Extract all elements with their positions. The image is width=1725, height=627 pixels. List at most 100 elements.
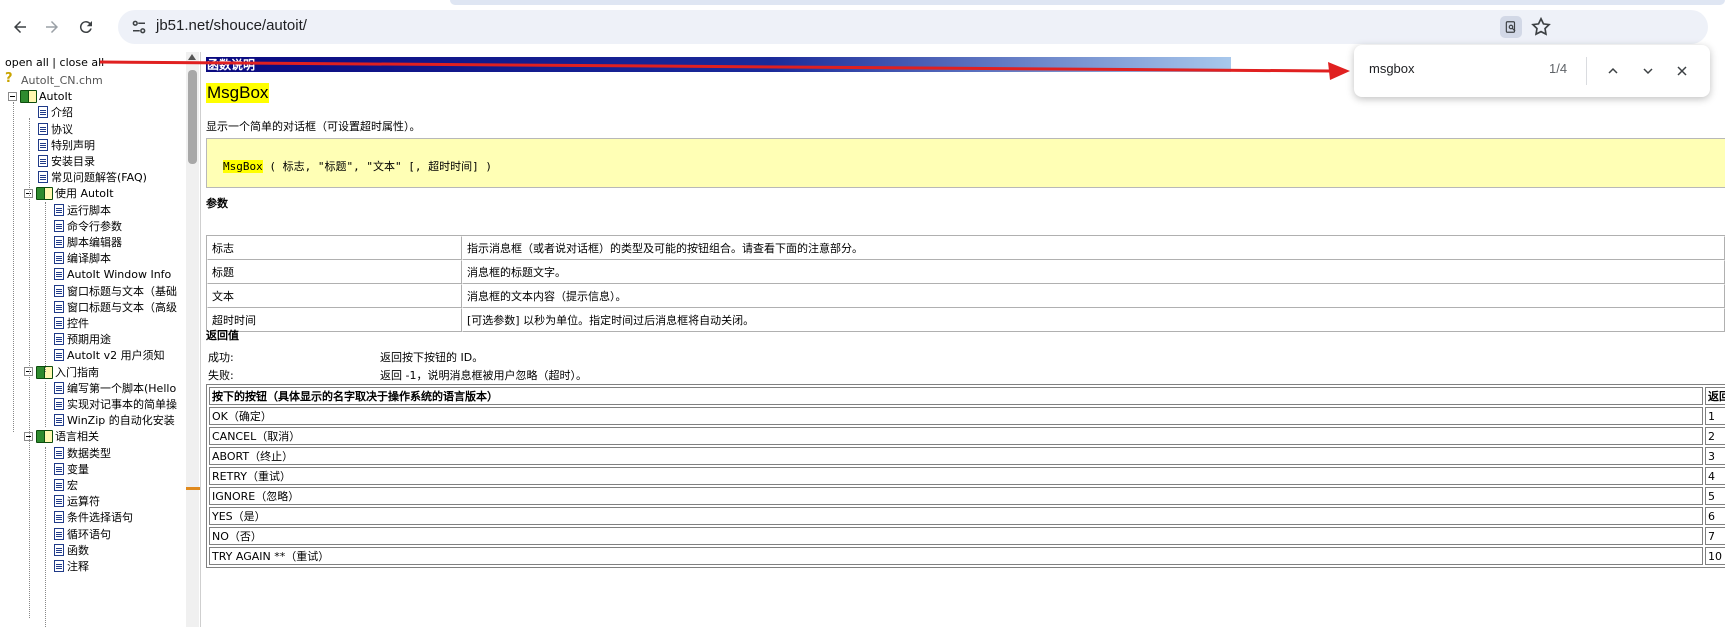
scroll-thumb[interactable] bbox=[188, 70, 197, 164]
scroll-up-arrow-icon[interactable] bbox=[188, 54, 196, 60]
return-fail-value: 返回 -1，说明消息框被用户忽略（超时）。 bbox=[380, 369, 587, 382]
tree-item[interactable]: 注释 bbox=[54, 558, 89, 574]
tree-folder-autoit-label[interactable]: AutoIt bbox=[39, 90, 72, 103]
tree-item-label[interactable]: 运算符 bbox=[67, 493, 100, 509]
page-icon bbox=[54, 236, 64, 248]
tree-item-label[interactable]: 介绍 bbox=[51, 104, 73, 120]
tree-item-label[interactable]: 注释 bbox=[67, 558, 89, 574]
tree-item[interactable]: 运算符 bbox=[54, 493, 100, 509]
bookmark-star-icon[interactable] bbox=[1530, 16, 1552, 38]
tree-item[interactable]: 协议 bbox=[38, 121, 73, 137]
tree-root[interactable]: AutoIt_CN.chm bbox=[4, 71, 103, 88]
reload-button[interactable] bbox=[72, 13, 100, 41]
tree-item-label[interactable]: 特别声明 bbox=[51, 137, 95, 153]
find-bar: msgbox 1/4 bbox=[1354, 45, 1710, 97]
tree-item[interactable]: 预期用途 bbox=[54, 331, 111, 347]
tree-item[interactable]: 安装目录 bbox=[38, 153, 95, 169]
tree-item[interactable]: 循环语句 bbox=[54, 526, 111, 542]
button-return-value: 1 bbox=[1705, 407, 1725, 425]
tree-item-label[interactable]: 常见问题解答(FAQ) bbox=[51, 169, 147, 185]
tree-folder-lang[interactable]: 语言相关 bbox=[24, 428, 99, 444]
close-icon bbox=[1677, 66, 1687, 76]
tree-item[interactable]: AutoIt Window Info bbox=[54, 266, 171, 282]
button-row: RETRY（重试） 4 bbox=[209, 467, 1725, 485]
url-text[interactable]: jb51.net/shouce/autoit/ bbox=[156, 17, 307, 34]
tree-folder-use-autoit[interactable]: 使用 AutoIt bbox=[24, 185, 114, 201]
tree-item-label[interactable]: 控件 bbox=[67, 315, 89, 331]
tree-folder-intro[interactable]: 入门指南 bbox=[24, 364, 99, 380]
collapse-icon[interactable] bbox=[8, 91, 17, 101]
tree-item[interactable]: 编写第一个脚本(Hello bbox=[54, 380, 176, 396]
tree-item-label[interactable]: WinZip 的自动化安装 bbox=[67, 412, 175, 428]
button-return-value: 7 bbox=[1705, 527, 1725, 545]
site-info-icon[interactable] bbox=[130, 18, 148, 36]
back-button[interactable] bbox=[6, 13, 34, 41]
button-return-value: 6 bbox=[1705, 507, 1725, 525]
param-row: 超时时间 [可选参数] 以秒为单位。指定时间过后消息框将自动关闭。 bbox=[207, 308, 1725, 332]
tree-item-label[interactable]: 脚本编辑器 bbox=[67, 234, 122, 250]
open-all-link[interactable]: open all bbox=[5, 56, 49, 69]
param-row: 文本 消息框的文本内容（提示信息）。 bbox=[207, 284, 1725, 308]
forward-button[interactable] bbox=[38, 13, 66, 41]
close-all-link[interactable]: close all bbox=[60, 56, 105, 69]
tree-item[interactable]: 编译脚本 bbox=[54, 250, 111, 266]
tree-item-label[interactable]: 窗口标题与文本（高级 bbox=[67, 299, 177, 315]
tree-folder-lang-label[interactable]: 语言相关 bbox=[55, 428, 99, 444]
tree-item[interactable]: 介绍 bbox=[38, 104, 73, 120]
tree-item-label[interactable]: 编写第一个脚本(Hello bbox=[67, 380, 176, 396]
tree-item-label[interactable]: 安装目录 bbox=[51, 153, 95, 169]
book-open-icon bbox=[36, 430, 53, 444]
tree-item[interactable]: 实现对记事本的简单操 bbox=[54, 396, 177, 412]
tree-item[interactable]: 控件 bbox=[54, 315, 89, 331]
tree-item[interactable]: 条件选择语句 bbox=[54, 509, 133, 525]
page-icon bbox=[38, 171, 48, 184]
tree-item-label[interactable]: 命令行参数 bbox=[67, 218, 122, 234]
page-icon bbox=[38, 106, 48, 119]
buttons-table-header-row: 按下的按钮（具体显示的名字取决于操作系统的语言版本） 返回 bbox=[209, 387, 1725, 405]
tree-item[interactable]: 变量 bbox=[54, 461, 89, 477]
extension-icon bbox=[1505, 21, 1516, 33]
tree-item-label[interactable]: 条件选择语句 bbox=[67, 509, 133, 525]
tree-item[interactable]: AutoIt v2 用户须知 bbox=[54, 347, 165, 363]
tree-item-label[interactable]: AutoIt Window Info bbox=[67, 268, 171, 281]
tree-item-label[interactable]: 变量 bbox=[67, 461, 89, 477]
address-bar[interactable]: jb51.net/shouce/autoit/ bbox=[118, 10, 1708, 44]
tree-folder-autoit[interactable]: AutoIt bbox=[8, 88, 72, 104]
tree-item-label[interactable]: 宏 bbox=[67, 477, 78, 493]
extension-button[interactable] bbox=[1500, 16, 1522, 38]
tree-root-label[interactable]: AutoIt_CN.chm bbox=[21, 74, 103, 87]
tree-item[interactable]: 函数 bbox=[54, 542, 89, 558]
tree-item[interactable]: 数据类型 bbox=[54, 445, 111, 461]
forward-icon bbox=[46, 21, 58, 33]
tree-item-label[interactable]: 运行脚本 bbox=[67, 202, 111, 218]
tree-item[interactable]: 运行脚本 bbox=[54, 202, 111, 218]
find-input[interactable]: msgbox bbox=[1369, 61, 1415, 76]
button-name: CANCEL（取消） bbox=[209, 427, 1703, 445]
find-previous-button[interactable] bbox=[1601, 59, 1625, 83]
tree-item-label[interactable]: 数据类型 bbox=[67, 445, 111, 461]
pane-divider[interactable] bbox=[200, 52, 201, 627]
tree-item-label[interactable]: 实现对记事本的简单操 bbox=[67, 396, 177, 412]
tree-item-label[interactable]: 协议 bbox=[51, 121, 73, 137]
tree-item-label[interactable]: AutoIt v2 用户须知 bbox=[67, 347, 165, 363]
tree-item[interactable]: 脚本编辑器 bbox=[54, 234, 122, 250]
tree-item[interactable]: 常见问题解答(FAQ) bbox=[38, 169, 147, 185]
tree-scrollbar[interactable] bbox=[186, 52, 199, 627]
tree-item-label[interactable]: 窗口标题与文本（基础 bbox=[67, 283, 177, 299]
tree-item-label[interactable]: 循环语句 bbox=[67, 526, 111, 542]
tree-item[interactable]: 窗口标题与文本（基础 bbox=[54, 283, 177, 299]
tree-folder-intro-label[interactable]: 入门指南 bbox=[55, 364, 99, 380]
find-close-button[interactable] bbox=[1670, 59, 1694, 83]
page-icon bbox=[54, 300, 64, 313]
tree-folder-use-autoit-label[interactable]: 使用 AutoIt bbox=[55, 185, 114, 201]
tree-item[interactable]: 特别声明 bbox=[38, 137, 95, 153]
tree-item-label[interactable]: 编译脚本 bbox=[67, 250, 111, 266]
tree-item-label[interactable]: 预期用途 bbox=[67, 331, 111, 347]
tree-item[interactable]: 命令行参数 bbox=[54, 218, 122, 234]
tree-item-label[interactable]: 函数 bbox=[67, 542, 89, 558]
tree-item[interactable]: 宏 bbox=[54, 477, 78, 493]
tree-item[interactable]: WinZip 的自动化安装 bbox=[54, 412, 175, 428]
tree-item[interactable]: 窗口标题与文本（高级 bbox=[54, 299, 177, 315]
find-next-button[interactable] bbox=[1636, 59, 1660, 83]
button-name: RETRY（重试） bbox=[209, 467, 1703, 485]
